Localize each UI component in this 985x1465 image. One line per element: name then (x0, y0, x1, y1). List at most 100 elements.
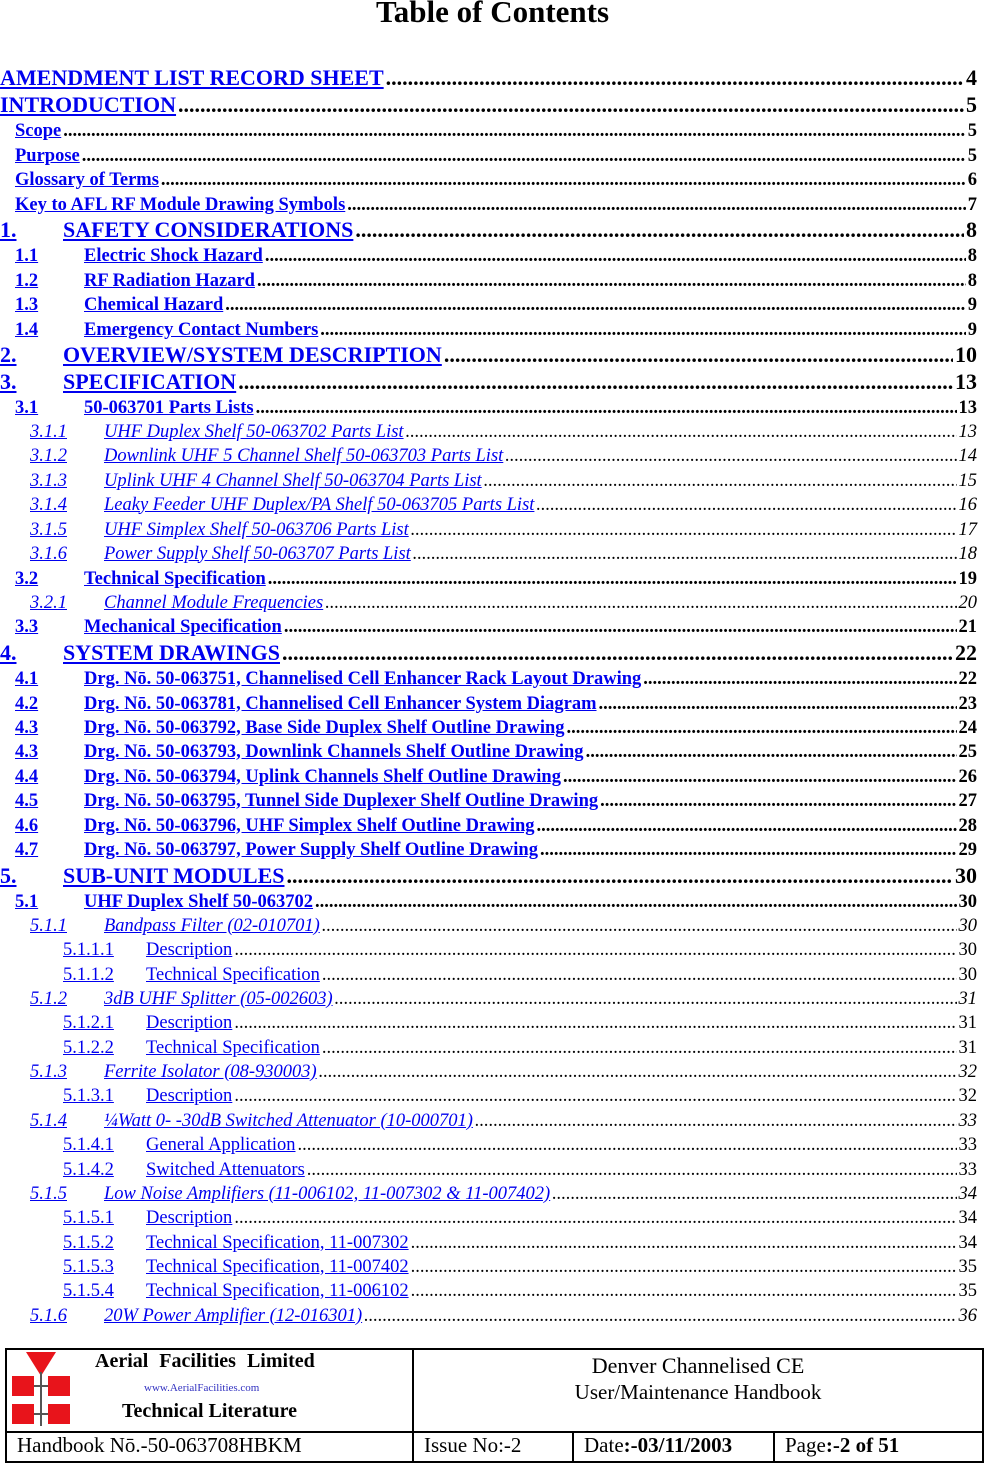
toc-entry-number[interactable]: 3.1 (15, 398, 84, 419)
toc-entry-title[interactable]: Description (146, 940, 232, 961)
toc-entry-title[interactable]: OVERVIEW/SYSTEM DESCRIPTION (63, 342, 442, 368)
toc-entry-title[interactable]: Switched Attenuators (146, 1160, 305, 1181)
toc-entry-title[interactable]: Technical Specification (84, 569, 266, 590)
toc-entry-number[interactable]: 3.1.5 (30, 520, 104, 541)
toc-entry-title[interactable]: Technical Specification (146, 1038, 320, 1059)
toc-entry[interactable]: 4.SYSTEM DRAWINGS 22 (0, 640, 977, 666)
toc-entry[interactable]: 1.1Electric Shock Hazard 8 (0, 246, 977, 267)
toc-entry-number[interactable]: 4.5 (15, 791, 84, 812)
toc-entry-number[interactable]: 4.1 (15, 669, 84, 690)
toc-entry-title[interactable]: Leaky Feeder UHF Duplex/PA Shelf 50-0637… (104, 495, 534, 516)
toc-entry-number[interactable]: 1.4 (15, 320, 84, 341)
toc-entry-number[interactable]: 4.3 (15, 718, 84, 739)
toc-entry[interactable]: 1.SAFETY CONSIDERATIONS 8 (0, 217, 977, 243)
toc-entry-title[interactable]: Drg. Nō. 50-063794, Uplink Channels Shel… (84, 767, 561, 788)
toc-entry-number[interactable]: 4.7 (15, 840, 84, 861)
toc-entry-number[interactable]: 3. (0, 369, 63, 395)
toc-entry[interactable]: 5.1.4 ¼Watt 0- -30dB Switched Attenuator … (0, 1111, 977, 1132)
toc-entry[interactable]: 5.SUB-UNIT MODULES 30 (0, 863, 977, 889)
toc-entry-title[interactable]: SPECIFICATION (63, 369, 236, 395)
toc-entry-title[interactable]: Downlink UHF 5 Channel Shelf 50-063703 P… (104, 446, 503, 467)
toc-entry-number[interactable]: 3.1.3 (30, 471, 104, 492)
toc-entry[interactable]: 3.1.2 Downlink UHF 5 Channel Shelf 50-063… (0, 446, 977, 467)
toc-entry[interactable]: 4.6 Drg. Nō. 50-063796, UHF Simplex Shelf… (0, 816, 977, 837)
toc-entry[interactable]: 5.1.5.2 Technical Specification, 11-00730… (0, 1233, 977, 1254)
toc-entry[interactable]: 5.1.3Ferrite Isolator (08-930003) 32 (0, 1062, 977, 1083)
toc-entry-title[interactable]: 3dB UHF Splitter (05-002603) (104, 989, 333, 1010)
toc-entry-title[interactable]: 20W Power Amplifier (12-016301) (104, 1306, 362, 1327)
toc-entry-title[interactable]: UHF Simplex Shelf 50-063706 Parts List (104, 520, 409, 541)
toc-entry-title[interactable]: Drg. Nō. 50-063792, Base Side Duplex She… (84, 718, 565, 739)
toc-entry-title[interactable]: Drg. Nō. 50-063797, Power Supply Shelf O… (84, 840, 538, 861)
toc-entry[interactable]: 5.1.620W Power Amplifier (12-016301) 36 (0, 1306, 977, 1327)
toc-entry[interactable]: 5.1.2.1Description 31 (0, 1013, 977, 1034)
toc-entry-number[interactable]: 4. (0, 640, 63, 666)
toc-entry-number[interactable]: 5.1.1.2 (63, 965, 146, 986)
toc-entry-number[interactable]: 5.1.6 (30, 1306, 104, 1327)
toc-entry-number[interactable]: 5. (0, 863, 63, 889)
toc-entry-title[interactable]: UHF Duplex Shelf 50-063702 Parts List (104, 422, 404, 443)
toc-entry-title[interactable]: Key to AFL RF Module Drawing Symbols (15, 195, 345, 216)
toc-entry-title[interactable]: Power Supply Shelf 50-063707 Parts List (104, 544, 411, 565)
toc-entry-number[interactable]: 5.1.5.2 (63, 1233, 146, 1254)
toc-entry-title[interactable]: Chemical Hazard (84, 295, 223, 316)
toc-entry[interactable]: 5.1.2.2Technical Specification 31 (0, 1038, 977, 1059)
toc-entry[interactable]: 3.1.1 UHF Duplex Shelf 50-063702 Parts Li… (0, 422, 977, 443)
toc-entry[interactable]: 4.4 Drg. Nō. 50-063794, Uplink Channels S… (0, 767, 977, 788)
toc-entry-title[interactable]: 50-063701 Parts Lists (84, 398, 254, 419)
toc-entry-number[interactable]: 5.1.3.1 (63, 1086, 146, 1107)
toc-entry[interactable]: 5.1.5.1Description 34 (0, 1208, 977, 1229)
toc-entry[interactable]: 1.4Emergency Contact Numbers 9 (0, 320, 977, 341)
toc-entry[interactable]: 5.1.3.1Description 32 (0, 1086, 977, 1107)
toc-entry[interactable]: 1.2RF Radiation Hazard 8 (0, 271, 977, 292)
toc-entry[interactable]: 4.5 Drg. Nō. 50-063795, Tunnel Side Duple… (0, 791, 977, 812)
toc-entry-number[interactable]: 1.1 (15, 246, 84, 267)
toc-entry-title[interactable]: Uplink UHF 4 Channel Shelf 50-063704 Par… (104, 471, 482, 492)
toc-entry-number[interactable]: 1.2 (15, 271, 84, 292)
toc-entry-title[interactable]: Glossary of Terms (15, 170, 159, 191)
toc-entry-title[interactable]: SUB-UNIT MODULES (63, 863, 284, 889)
toc-entry-title[interactable]: Purpose (15, 146, 80, 167)
toc-entry-title[interactable]: SAFETY CONSIDERATIONS (63, 217, 353, 243)
toc-entry-number[interactable]: 4.3 (15, 742, 84, 763)
toc-entry[interactable]: Key to AFL RF Module Drawing Symbols 7 (0, 195, 977, 216)
toc-entry-title[interactable]: UHF Duplex Shelf 50-063702 (84, 892, 313, 913)
toc-entry-number[interactable]: 1. (0, 217, 63, 243)
toc-entry-number[interactable]: 5.1.4 (30, 1111, 104, 1132)
toc-entry-title[interactable]: AMENDMENT LIST RECORD SHEET (0, 65, 384, 91)
toc-entry[interactable]: 3.150-063701 Parts Lists 13 (0, 398, 977, 419)
toc-entry-title[interactable]: Description (146, 1086, 232, 1107)
toc-entry[interactable]: 3.SPECIFICATION 13 (0, 369, 977, 395)
toc-entry[interactable]: 5.1UHF Duplex Shelf 50-063702 30 (0, 892, 977, 913)
toc-entry-number[interactable]: 4.6 (15, 816, 84, 837)
toc-entry-title[interactable]: Description (146, 1013, 232, 1034)
toc-entry[interactable]: 4.3 Drg. Nō. 50-063792, Base Side Duplex … (0, 718, 977, 739)
toc-entry-title[interactable]: Mechanical Specification (84, 617, 282, 638)
toc-entry-title[interactable]: Technical Specification, 11-006102 (146, 1281, 409, 1302)
toc-entry[interactable]: Purpose 5 (0, 146, 977, 167)
toc-entry-title[interactable]: Drg. Nō. 50-063796, UHF Simplex Shelf Ou… (84, 816, 535, 837)
toc-entry-number[interactable]: 5.1.4.1 (63, 1135, 146, 1156)
toc-entry[interactable]: 3.1.6 Power Supply Shelf 50-063707 Parts … (0, 544, 977, 565)
toc-entry-title[interactable]: ¼Watt 0- -30dB Switched Attenuator (10-0… (104, 1111, 473, 1132)
toc-entry-title[interactable]: Electric Shock Hazard (84, 246, 263, 267)
toc-entry-number[interactable]: 5.1.1.1 (63, 940, 146, 961)
toc-entry-title[interactable]: SYSTEM DRAWINGS (63, 640, 280, 666)
toc-entry-title[interactable]: Technical Specification, 11-007402 (146, 1257, 409, 1278)
toc-entry-title[interactable]: Technical Specification, 11-007302 (146, 1233, 409, 1254)
toc-entry[interactable]: Scope 5 (0, 121, 977, 142)
toc-entry-title[interactable]: Technical Specification (146, 965, 320, 986)
toc-entry-title[interactable]: Low Noise Amplifiers (11-006102, 11-0073… (104, 1184, 550, 1205)
toc-entry-number[interactable]: 5.1.2.1 (63, 1013, 146, 1034)
toc-entry-title[interactable]: Channel Module Frequencies (104, 593, 323, 614)
toc-entry[interactable]: 5.1.1Bandpass Filter (02-010701) 30 (0, 916, 977, 937)
toc-entry[interactable]: INTRODUCTION 5 (0, 92, 977, 118)
toc-entry[interactable]: 3.3Mechanical Specification 21 (0, 617, 977, 638)
toc-entry-title[interactable]: General Application (146, 1135, 296, 1156)
toc-entry-number[interactable]: 5.1.5.4 (63, 1281, 146, 1302)
toc-entry-number[interactable]: 3.1.2 (30, 446, 104, 467)
toc-entry[interactable]: 1.3Chemical Hazard 9 (0, 295, 977, 316)
toc-entry[interactable]: 4.2 Drg. Nō. 50-063781, Channelised Cell … (0, 694, 977, 715)
toc-entry[interactable]: 3.2.1Channel Module Frequencies 20 (0, 593, 977, 614)
toc-entry[interactable]: 5.1.5 Low Noise Amplifiers (11-006102, 11… (0, 1184, 977, 1205)
